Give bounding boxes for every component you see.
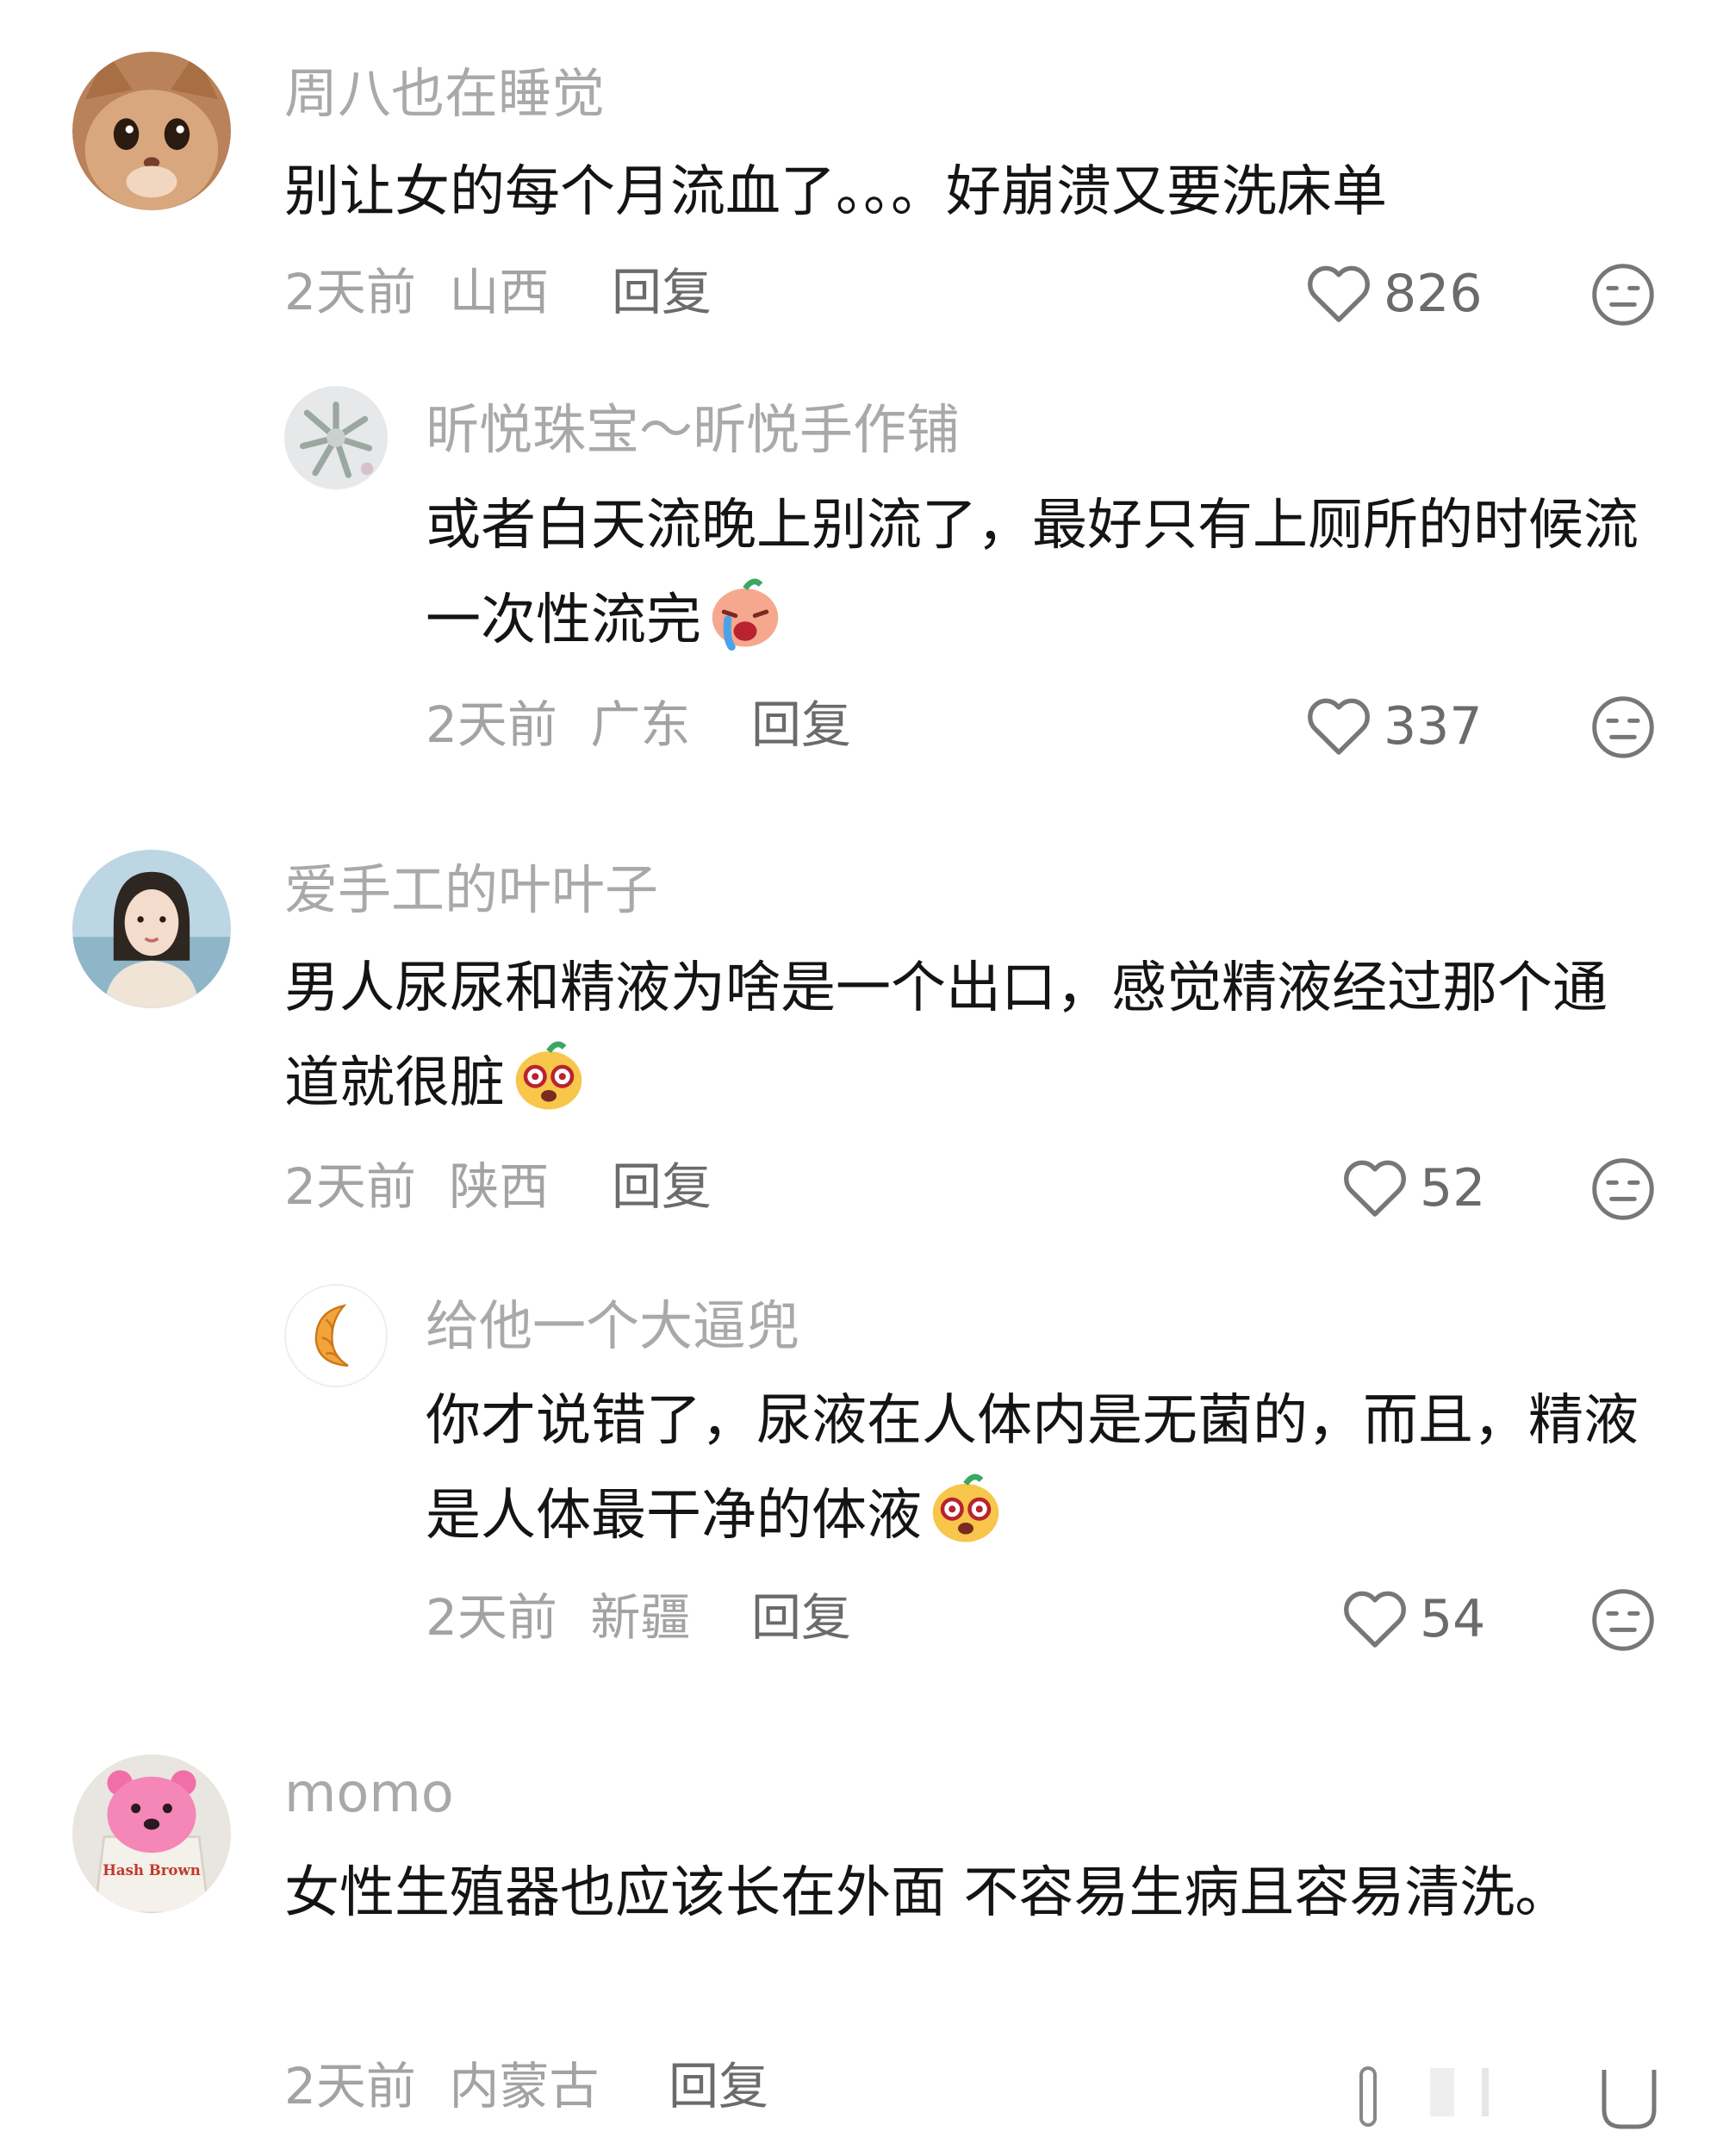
heart-icon bbox=[1344, 1160, 1406, 1217]
heart-icon bbox=[1308, 698, 1370, 755]
like-button[interactable]: 337 bbox=[1306, 696, 1483, 757]
like-count: 826 bbox=[1384, 264, 1483, 324]
comment-text-content: 别让女的每个月流血了。。。好崩溃又要洗床单 bbox=[284, 160, 1387, 224]
like-count: 337 bbox=[1384, 696, 1483, 757]
username[interactable]: 昕悦珠宝～昕悦手作铺 bbox=[426, 403, 960, 457]
comment-text-content: 男人尿尿和精液为啥是一个出口，感觉精液经过那个通道就很脏 bbox=[284, 956, 1608, 1115]
dizzy-face-emoji-icon bbox=[927, 1468, 1005, 1546]
user-avatar[interactable] bbox=[72, 52, 231, 210]
comment-location: 广东 bbox=[590, 695, 691, 754]
meh-face-icon bbox=[1592, 1158, 1654, 1220]
username[interactable]: momo bbox=[284, 1767, 454, 1820]
comment-meta: 2天前 内蒙古 bbox=[284, 2061, 599, 2111]
comment-location: 新疆 bbox=[590, 1588, 691, 1647]
comment-time: 2天前 bbox=[426, 1588, 557, 1647]
reply-button[interactable]: 回复 bbox=[612, 1162, 712, 1212]
comment-text: 男人尿尿和精液为啥是一个出口，感觉精液经过那个通道就很脏 bbox=[284, 941, 1645, 1131]
reply-button[interactable]: 回复 bbox=[751, 700, 851, 750]
dislike-button[interactable] bbox=[1590, 695, 1656, 760]
dislike-button[interactable] bbox=[1590, 1156, 1656, 1222]
username[interactable]: 爱手工的叶叶子 bbox=[284, 863, 658, 917]
crying-face-emoji-icon bbox=[706, 573, 784, 651]
comment-location: 内蒙古 bbox=[449, 2057, 600, 2115]
comment-time: 2天前 bbox=[284, 1157, 416, 1216]
comment-time: 2天前 bbox=[426, 695, 557, 754]
comment-time: 2天前 bbox=[284, 2057, 416, 2115]
croissant-avatar-icon bbox=[286, 1286, 386, 1386]
comment-location: 陕西 bbox=[449, 1157, 550, 1216]
comment-text: 或者白天流晚上别流了，最好只有上厕所的时候流一次性流完 bbox=[426, 478, 1649, 668]
like-count: 52 bbox=[1420, 1158, 1486, 1218]
user-avatar[interactable]: Hash Brown bbox=[72, 1754, 231, 1913]
meh-face-icon bbox=[1592, 264, 1654, 326]
avatar-label: Hash Brown bbox=[103, 1861, 200, 1879]
comment-text-content: 你才说错了，尿液在人体内是无菌的，而且，精液是人体最干净的体液 bbox=[426, 1389, 1639, 1548]
flower-avatar-icon bbox=[284, 386, 388, 489]
comment-meta: 2天前 新疆 bbox=[426, 1592, 690, 1642]
user-avatar[interactable] bbox=[284, 1284, 388, 1387]
comment-time: 2天前 bbox=[284, 263, 416, 321]
like-count: 54 bbox=[1420, 1589, 1486, 1649]
username[interactable]: 给他一个大逼兜 bbox=[426, 1299, 799, 1353]
comment-text-content: 或者白天流晚上别流了，最好只有上厕所的时候流一次性流完 bbox=[426, 494, 1639, 652]
girl-avatar-icon bbox=[72, 850, 231, 1008]
like-button[interactable]: 54 bbox=[1342, 1589, 1485, 1649]
meh-face-icon bbox=[1592, 1589, 1654, 1651]
comment-text: 你才说错了，尿液在人体内是无菌的，而且，精液是人体最干净的体液 bbox=[426, 1374, 1649, 1563]
comment-meta: 2天前 山西 bbox=[284, 267, 549, 317]
dislike-button[interactable] bbox=[1590, 262, 1656, 327]
pink-bear-avatar-icon: Hash Brown bbox=[72, 1754, 231, 1913]
meh-face-icon bbox=[1592, 696, 1654, 758]
reply-button[interactable]: 回复 bbox=[612, 267, 712, 317]
reply-button[interactable]: 回复 bbox=[669, 2061, 768, 2111]
like-button[interactable]: 52 bbox=[1342, 1158, 1485, 1218]
comment-text: 别让女的每个月流血了。。。好崩溃又要洗床单 bbox=[284, 145, 1645, 240]
comment-text-content: 女性生殖器也应该长在外面 不容易生病且容易清洗。 bbox=[284, 1861, 1571, 1925]
cat-avatar-icon bbox=[72, 52, 231, 210]
dizzy-face-emoji-icon bbox=[510, 1036, 588, 1113]
comment-location: 山西 bbox=[449, 263, 550, 321]
heart-icon bbox=[1308, 265, 1370, 322]
comment-meta: 2天前 陕西 bbox=[284, 1162, 549, 1212]
comment-text: 女性生殖器也应该长在外面 不容易生病且容易清洗。 bbox=[284, 1846, 1611, 1941]
reply-button[interactable]: 回复 bbox=[751, 1592, 851, 1642]
dislike-button[interactable] bbox=[1590, 1587, 1656, 1653]
comment-meta: 2天前 广东 bbox=[426, 700, 690, 750]
heart-icon bbox=[1344, 1591, 1406, 1648]
username[interactable]: 周八也在睡觉 bbox=[284, 67, 605, 121]
user-avatar[interactable] bbox=[284, 386, 388, 489]
user-avatar[interactable] bbox=[72, 850, 231, 1008]
action-icons-partial bbox=[1344, 2066, 1671, 2135]
like-button[interactable]: 826 bbox=[1306, 264, 1483, 324]
